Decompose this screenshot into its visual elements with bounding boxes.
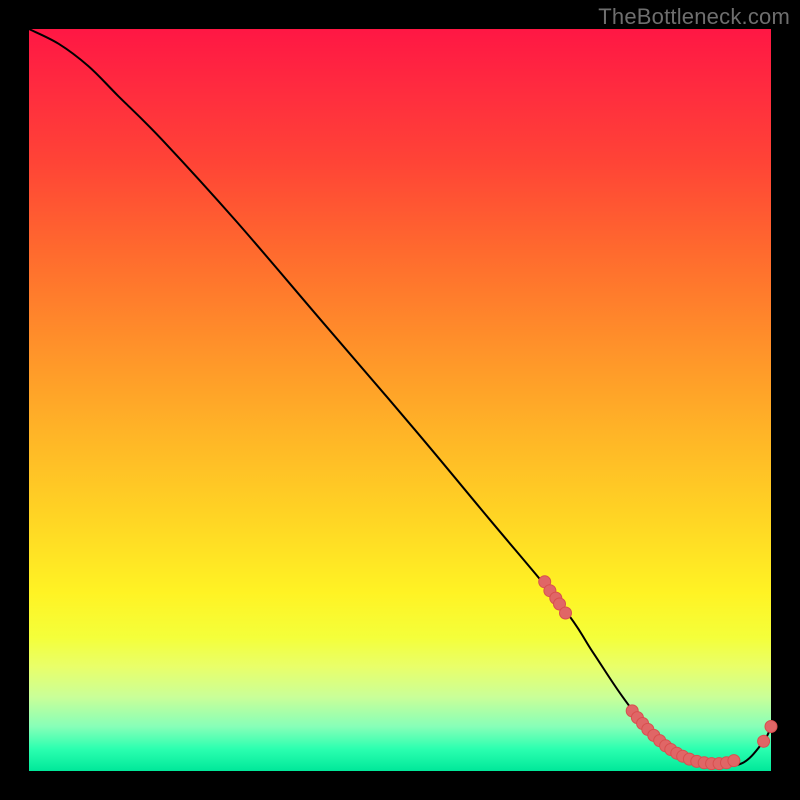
data-point	[765, 721, 777, 733]
chart-frame: TheBottleneck.com	[0, 0, 800, 800]
data-point	[758, 735, 770, 747]
main-curve	[29, 29, 771, 766]
chart-svg	[29, 29, 771, 771]
data-points-group	[539, 576, 777, 770]
watermark-text: TheBottleneck.com	[598, 4, 790, 30]
plot-area	[29, 29, 771, 771]
data-point	[728, 755, 740, 767]
data-point	[560, 607, 572, 619]
